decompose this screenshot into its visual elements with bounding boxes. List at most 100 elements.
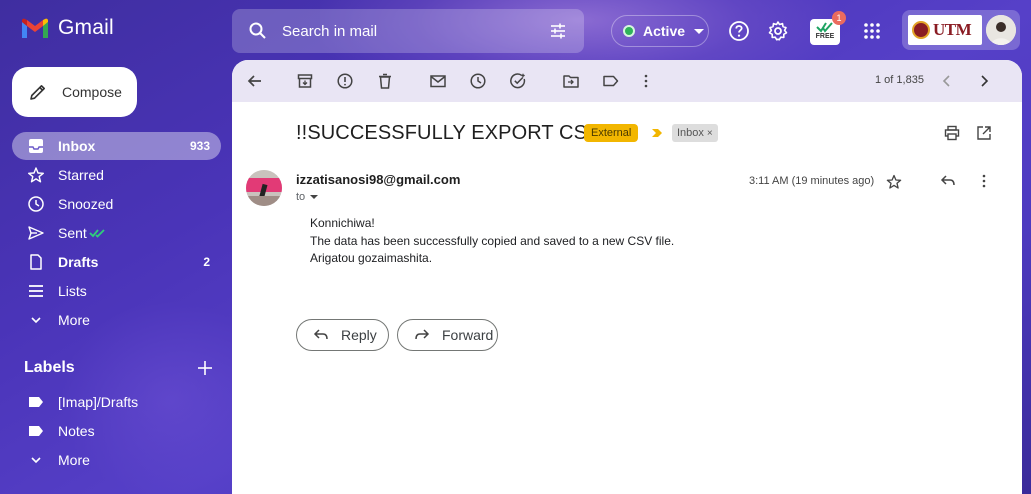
email-timestamp: 3:11 AM (19 minutes ago): [749, 175, 875, 187]
compose-label: Compose: [62, 84, 122, 100]
add-task-icon[interactable]: [509, 72, 527, 90]
university-seal-icon: [912, 21, 930, 39]
open-in-new-window-icon[interactable]: [976, 125, 992, 141]
search-icon[interactable]: [248, 21, 268, 41]
to-label: to: [296, 191, 306, 203]
extension-badge[interactable]: FREE 1: [810, 11, 846, 45]
email-body-line: Arigatou gozaimashita.: [310, 251, 433, 265]
sidebar-item-label: Lists: [58, 283, 87, 299]
draft-icon: [30, 254, 42, 270]
inbox-label-chip[interactable]: Inbox ×: [672, 124, 718, 142]
search-bar[interactable]: Search in mail: [232, 9, 584, 53]
sidebar-label-imap-drafts[interactable]: [Imap]/Drafts: [12, 388, 221, 416]
external-badge: External: [584, 124, 639, 142]
help-icon[interactable]: [727, 19, 751, 43]
sidebar-label-text: [Imap]/Drafts: [58, 394, 139, 410]
status-label: Active: [643, 23, 686, 39]
print-icon[interactable]: [944, 125, 960, 141]
sidebar-labels-more[interactable]: More: [12, 446, 221, 474]
checkmark-icon: [816, 22, 833, 33]
sender-email[interactable]: izzatisanosi98@gmail.com: [296, 172, 460, 187]
sidebar-item-starred[interactable]: Starred: [12, 161, 221, 189]
sidebar-item-drafts[interactable]: Drafts 2: [12, 248, 221, 276]
recipient-details[interactable]: to: [296, 191, 319, 203]
report-spam-icon[interactable]: [336, 72, 354, 90]
sidebar-item-label: More: [58, 312, 90, 328]
sidebar-label-text: Notes: [58, 423, 95, 439]
labels-heading: Labels: [24, 359, 75, 376]
gmail-logo[interactable]: Gmail: [20, 16, 114, 40]
sidebar-item-label: Starred: [58, 167, 104, 183]
email-body-line: Konnichiwa!: [310, 216, 375, 230]
account-switcher[interactable]: UTM: [902, 10, 1020, 50]
double-check-icon: [89, 229, 105, 238]
notification-count: 1: [832, 11, 846, 25]
sidebar-item-label: Inbox: [58, 138, 96, 154]
sender-avatar[interactable]: [246, 170, 282, 206]
star-icon[interactable]: [886, 174, 902, 190]
forward-button[interactable]: Forward: [397, 319, 498, 351]
chevron-down-icon: [310, 195, 319, 199]
older-chevron-right-icon[interactable]: [975, 72, 993, 90]
search-input[interactable]: Search in mail: [282, 23, 548, 40]
remove-label-icon[interactable]: ×: [707, 128, 713, 139]
back-arrow-icon[interactable]: [246, 72, 264, 90]
sidebar-item-lists[interactable]: Lists: [12, 277, 221, 305]
status-dropdown[interactable]: Active: [611, 15, 709, 47]
message-toolbar: 1 of 1,835: [232, 60, 1022, 102]
star-icon: [28, 167, 44, 183]
forward-label: Forward: [442, 327, 494, 343]
free-label: FREE: [815, 33, 835, 40]
sidebar-label-notes[interactable]: Notes: [12, 417, 221, 445]
chevron-down-icon: [31, 317, 41, 324]
list-icon: [29, 285, 43, 297]
important-marker-icon[interactable]: [651, 127, 663, 139]
pencil-icon: [30, 85, 45, 100]
message-pane: 1 of 1,835 !!SUCCESSFULLY EXPORT CSV!! E…: [232, 60, 1022, 494]
more-options-icon[interactable]: [637, 72, 655, 90]
reply-arrow-icon[interactable]: [940, 173, 956, 189]
compose-button[interactable]: Compose: [12, 67, 137, 117]
clock-icon: [28, 196, 44, 212]
move-to-folder-icon[interactable]: [562, 72, 580, 90]
org-logo-text: UTM: [933, 20, 972, 39]
organization-logo: UTM: [908, 15, 982, 45]
sidebar-item-snoozed[interactable]: Snoozed: [12, 190, 221, 218]
sidebar-label-text: More: [58, 452, 90, 468]
sidebar-item-label: Snoozed: [58, 196, 114, 212]
label-tag-icon[interactable]: [602, 72, 620, 90]
app-name: Gmail: [58, 16, 114, 39]
newer-chevron-left-icon[interactable]: [938, 72, 956, 90]
inbox-icon: [29, 139, 43, 153]
add-label-icon[interactable]: [196, 359, 214, 377]
settings-gear-icon[interactable]: [766, 19, 790, 43]
unread-count: 933: [189, 139, 210, 153]
apps-grid-icon[interactable]: [860, 19, 884, 43]
email-subject: !!SUCCESSFULLY EXPORT CSV!!: [296, 122, 612, 144]
sidebar-item-sent[interactable]: Sent: [12, 219, 221, 247]
chevron-down-icon: [31, 457, 41, 464]
email-body-line: The data has been successfully copied an…: [310, 234, 675, 248]
sidebar-item-label: Sent: [58, 225, 87, 241]
draft-count: 2: [203, 255, 210, 269]
sidebar-item-label: Drafts: [58, 254, 99, 270]
archive-icon[interactable]: [296, 72, 314, 90]
avatar[interactable]: [986, 15, 1016, 45]
active-status-dot: [623, 25, 635, 37]
more-options-icon[interactable]: [976, 173, 992, 189]
snooze-clock-icon[interactable]: [469, 72, 487, 90]
sidebar-item-inbox[interactable]: Inbox 933: [12, 132, 221, 160]
gmail-m-icon: [22, 18, 48, 38]
reply-label: Reply: [341, 327, 377, 343]
label-icon: [29, 426, 43, 436]
search-options-icon[interactable]: [548, 21, 568, 41]
sidebar-item-more[interactable]: More: [12, 306, 221, 334]
mark-unread-mail-icon[interactable]: [429, 72, 447, 90]
reply-button[interactable]: Reply: [296, 319, 389, 351]
sender-photo-icon: [246, 170, 282, 206]
inbox-chip-text: Inbox: [677, 127, 704, 139]
reply-arrow-icon: [313, 329, 328, 340]
forward-arrow-icon: [415, 329, 430, 340]
delete-trash-icon[interactable]: [376, 72, 394, 90]
pagination-count: 1 of 1,835: [875, 74, 924, 86]
